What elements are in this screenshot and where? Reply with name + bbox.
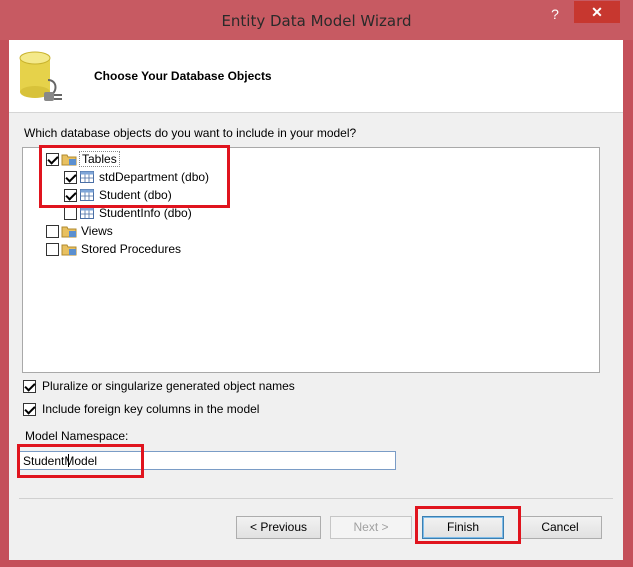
folder-icon [61, 154, 77, 166]
stored-procedures-checkbox[interactable] [46, 242, 59, 256]
title-bar: Entity Data Model Wizard ? ✕ [0, 0, 633, 40]
student-checkbox[interactable] [64, 188, 77, 202]
window-title: Entity Data Model Wizard [221, 12, 412, 30]
tree-node-tables[interactable]: Tables [46, 151, 120, 167]
pluralize-checkbox[interactable] [23, 379, 36, 393]
foreign-keys-label: Include foreign key columns in the model [42, 402, 260, 416]
close-button[interactable]: ✕ [574, 1, 620, 23]
tree-label: StudentInfo (dbo) [99, 206, 192, 220]
table-icon [80, 171, 94, 183]
folder-icon [61, 226, 77, 238]
objects-question: Which database objects do you want to in… [24, 126, 357, 140]
database-plug-icon [19, 51, 62, 101]
foreign-keys-option[interactable]: Include foreign key columns in the model [23, 402, 259, 416]
objects-tree[interactable]: Tables stdDepartment (dbo) Student (dbo) [22, 147, 600, 373]
separator [19, 498, 613, 499]
tree-label: Stored Procedures [81, 242, 182, 256]
foreign-keys-checkbox[interactable] [23, 402, 36, 416]
tree-node-studentinfo[interactable]: StudentInfo (dbo) [64, 205, 192, 221]
folder-icon [61, 244, 77, 256]
cancel-button[interactable]: Cancel [518, 516, 602, 539]
tree-node-stddepartment[interactable]: stdDepartment (dbo) [64, 169, 209, 185]
wizard-header: Choose Your Database Objects [9, 40, 623, 113]
previous-button[interactable]: < Previous [236, 516, 321, 539]
pluralize-option[interactable]: Pluralize or singularize generated objec… [23, 379, 295, 393]
tree-node-stored-procedures[interactable]: Stored Procedures [46, 241, 181, 257]
views-checkbox[interactable] [46, 224, 59, 238]
studentinfo-checkbox[interactable] [64, 206, 77, 220]
next-button[interactable]: Next > [330, 516, 412, 539]
finish-button[interactable]: Finish [422, 516, 504, 539]
dialog-body: Choose Your Database Objects Which datab… [9, 40, 623, 560]
namespace-label: Model Namespace: [25, 429, 129, 443]
pluralize-label: Pluralize or singularize generated objec… [42, 379, 295, 393]
tree-label: Student (dbo) [99, 188, 172, 202]
tree-label: Views [81, 224, 113, 238]
stddepartment-checkbox[interactable] [64, 170, 77, 184]
tree-label: Tables [79, 151, 120, 167]
text-caret [68, 454, 69, 467]
header-title: Choose Your Database Objects [94, 69, 272, 83]
help-button[interactable]: ? [547, 6, 563, 22]
namespace-input[interactable] [19, 451, 396, 470]
table-icon [80, 207, 94, 219]
tree-node-student[interactable]: Student (dbo) [64, 187, 172, 203]
tables-checkbox[interactable] [46, 152, 59, 166]
table-icon [80, 189, 94, 201]
tree-label: stdDepartment (dbo) [99, 170, 210, 184]
tree-node-views[interactable]: Views [46, 223, 113, 239]
